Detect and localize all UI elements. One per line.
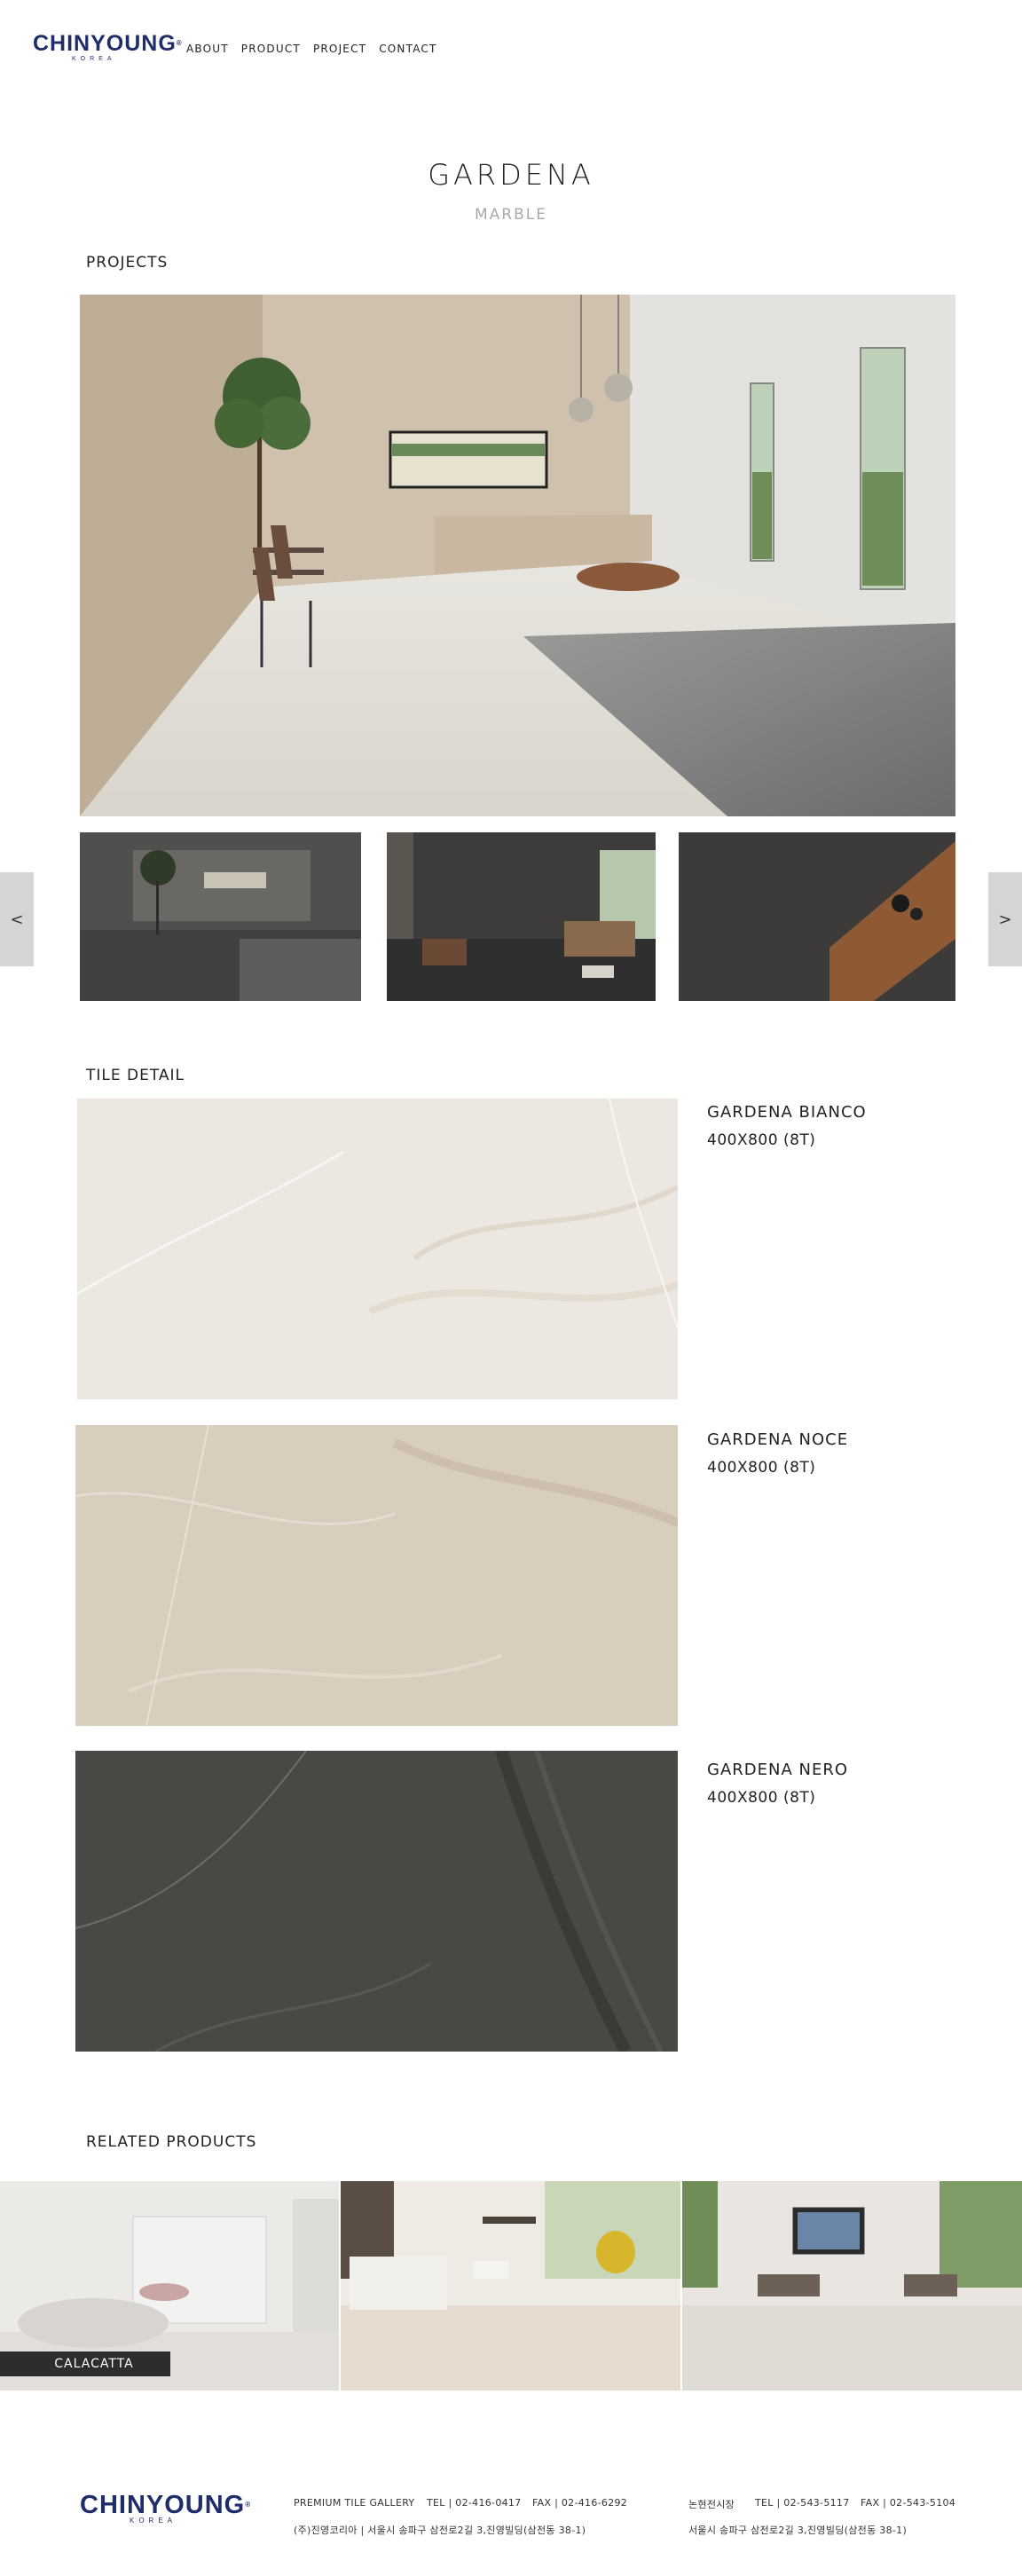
footer-gallery-1: PREMIUM TILE GALLERY [294,2497,415,2509]
footer-logo-text-young: YOUNG [145,2491,246,2519]
main-nav: ABOUT PRODUCT PROJECT CONTACT [186,43,437,55]
footer-fax-1: FAX | 02-416-6292 [532,2497,628,2509]
tile-name-nero: GARDENA NERO [707,1761,849,1779]
logo[interactable]: CHINYOUNG® KOREA [33,31,182,64]
footer-registered-mark: ® [245,2501,252,2509]
site-header: CHINYOUNG® KOREA ABOUT PRODUCT PROJECT C… [0,0,1022,98]
related-product-2[interactable] [341,2181,680,2391]
footer-logo[interactable]: CHINYOUNG® KOREA [80,2491,250,2533]
nav-about[interactable]: ABOUT [186,43,229,55]
tile-name-noce: GARDENA NOCE [707,1430,849,1449]
nav-product[interactable]: PRODUCT [241,43,301,55]
projects-heading: PROJECTS [86,254,169,272]
related-product-3[interactable] [682,2181,1022,2391]
tile-size-noce: 400X800 (8T) [707,1459,816,1477]
footer-address-2: 서울시 송파구 삼전로2길 3,진영빌딩(삼전동 38-1) [688,2525,908,2536]
tile-name-bianco: GARDENA BIANCO [707,1103,867,1122]
project-thumbnail-1[interactable] [80,832,361,1001]
tile-swatch-noce [75,1425,678,1726]
footer-tel-2: TEL | 02-543-5117 [755,2497,850,2509]
nav-project[interactable]: PROJECT [313,43,366,55]
thumbnail-image-1 [80,832,361,1001]
tile-size-nero: 400X800 (8T) [707,1789,816,1807]
tile-swatch-nero [75,1751,678,2052]
thumbnail-image-2 [387,832,656,1001]
logo-subtitle: KOREA [72,56,116,62]
footer-gallery-2: 논현전시장 [688,2499,735,2510]
carousel-next-button[interactable]: > [988,872,1022,966]
project-thumbnail-2[interactable] [387,832,656,1001]
nav-contact[interactable]: CONTACT [379,43,436,55]
project-thumbnail-3[interactable] [679,832,955,1001]
product-category: MARBLE [475,206,547,224]
product-title: GARDENA [428,158,594,192]
registered-mark: ® [176,39,183,47]
carousel-prev-button[interactable]: < [0,872,34,966]
footer-logo-text-chin: CHIN [80,2491,146,2519]
footer-address-1: (주)진영코리아 | 서울시 송파구 삼전로2길 3,진영빌딩(삼전동 38-1… [294,2525,586,2536]
related-product-label-calacatta[interactable]: CALACATTA [0,2351,170,2376]
related-products-heading: RELATED PRODUCTS [86,2133,257,2151]
logo-text-young: YOUNG [90,31,177,56]
thumbnail-image-3 [679,832,955,1001]
logo-text-chin: CHIN [33,31,91,56]
footer-fax-2: FAX | 02-543-5104 [861,2497,956,2509]
project-main-image [80,295,955,816]
tile-size-bianco: 400X800 (8T) [707,1131,816,1149]
tile-swatch-bianco [77,1099,678,1399]
tile-detail-heading: TILE DETAIL [86,1067,185,1084]
footer-tel-1: TEL | 02-416-0417 [427,2497,522,2509]
interior-scene-image [80,295,955,816]
